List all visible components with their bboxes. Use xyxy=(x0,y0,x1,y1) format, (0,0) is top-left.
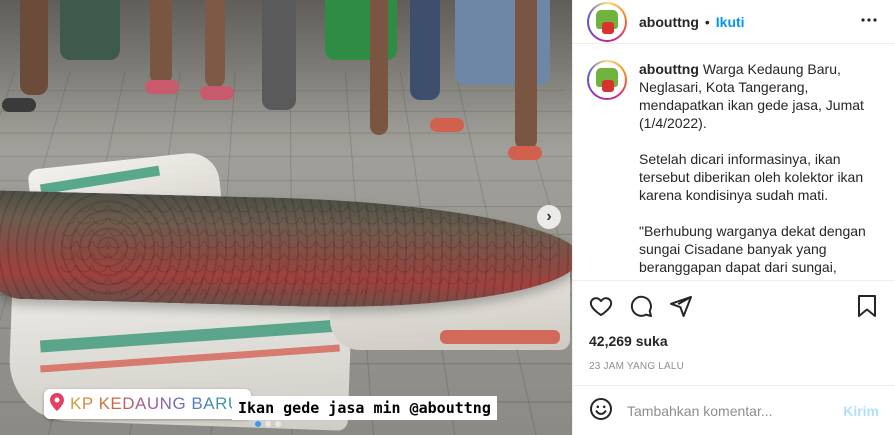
bystander-leg xyxy=(515,0,537,150)
caption-area: abouttng Warga Kedaung Baru, Neglasari, K… xyxy=(573,44,895,280)
photo-caption-sticker: Ikan gede jasa min @abouttng xyxy=(232,396,497,420)
more-options-icon[interactable] xyxy=(857,8,881,35)
slide-dot xyxy=(255,421,261,427)
sandal xyxy=(508,146,542,160)
sandal xyxy=(2,98,36,112)
post-timestamp[interactable]: 23 jam yang lalu xyxy=(589,361,879,372)
location-pin-icon xyxy=(50,392,64,416)
slide-dot xyxy=(275,421,281,427)
avatar-image xyxy=(589,62,625,98)
share-paper-plane-icon[interactable] xyxy=(669,294,693,318)
sandal xyxy=(430,118,464,132)
comment-input[interactable] xyxy=(627,402,830,419)
post-header: abouttng • Ikuti xyxy=(573,0,895,44)
avatar[interactable] xyxy=(587,1,627,42)
bystander-clothing xyxy=(262,0,296,110)
caption-username[interactable]: abouttng xyxy=(639,61,699,77)
post-caption: abouttng Warga Kedaung Baru, Neglasari, K… xyxy=(639,60,881,280)
bystander-leg xyxy=(370,0,388,135)
post-photo[interactable]: › KP KEDAUNG BARU Ikan gede jasa min @ab… xyxy=(0,0,572,435)
caption-paragraph: Setelah dicari informasinya, ikan terseb… xyxy=(639,151,864,203)
actions-section: 42,269 suka 23 jam yang lalu xyxy=(573,280,895,372)
location-text: KP KEDAUNG BARU xyxy=(70,394,241,413)
bystander-leg xyxy=(20,0,48,95)
like-heart-icon[interactable] xyxy=(589,294,613,318)
fish-scales xyxy=(60,205,560,295)
sandal xyxy=(145,80,179,94)
sack-stripe xyxy=(440,330,560,344)
bystander-clothing xyxy=(410,0,440,100)
caption-paragraph: abouttng Warga Kedaung Baru, Neglasari, K… xyxy=(639,60,881,132)
add-comment-bar: Kirim xyxy=(573,385,895,435)
header-username[interactable]: abouttng xyxy=(639,14,699,30)
action-bar xyxy=(589,281,879,331)
comment-bubble-icon[interactable] xyxy=(629,294,653,318)
bystander-clothing xyxy=(60,0,120,60)
likes-count[interactable]: 42,269 suka xyxy=(589,333,879,349)
location-sticker: KP KEDAUNG BARU xyxy=(44,389,251,419)
avatar-image xyxy=(589,3,625,40)
next-slide-button[interactable]: › xyxy=(537,205,561,229)
follow-button[interactable]: Ikuti xyxy=(716,14,745,30)
caption-paragraph: "Berhubung warganya dekat dengan sungai … xyxy=(639,223,866,280)
caption-avatar[interactable] xyxy=(587,60,627,100)
bystander-leg xyxy=(150,0,172,85)
sandal xyxy=(200,86,234,100)
slide-dot xyxy=(265,421,271,427)
bystander-leg xyxy=(205,0,225,88)
emoji-icon[interactable] xyxy=(589,397,613,424)
header-separator: • xyxy=(704,13,710,30)
slide-indicator xyxy=(255,421,281,427)
bookmark-icon[interactable] xyxy=(855,294,879,318)
post-comment-button[interactable]: Kirim xyxy=(843,403,879,419)
post-side-panel: abouttng • Ikuti abouttng Warga Kedaung B… xyxy=(572,0,895,435)
